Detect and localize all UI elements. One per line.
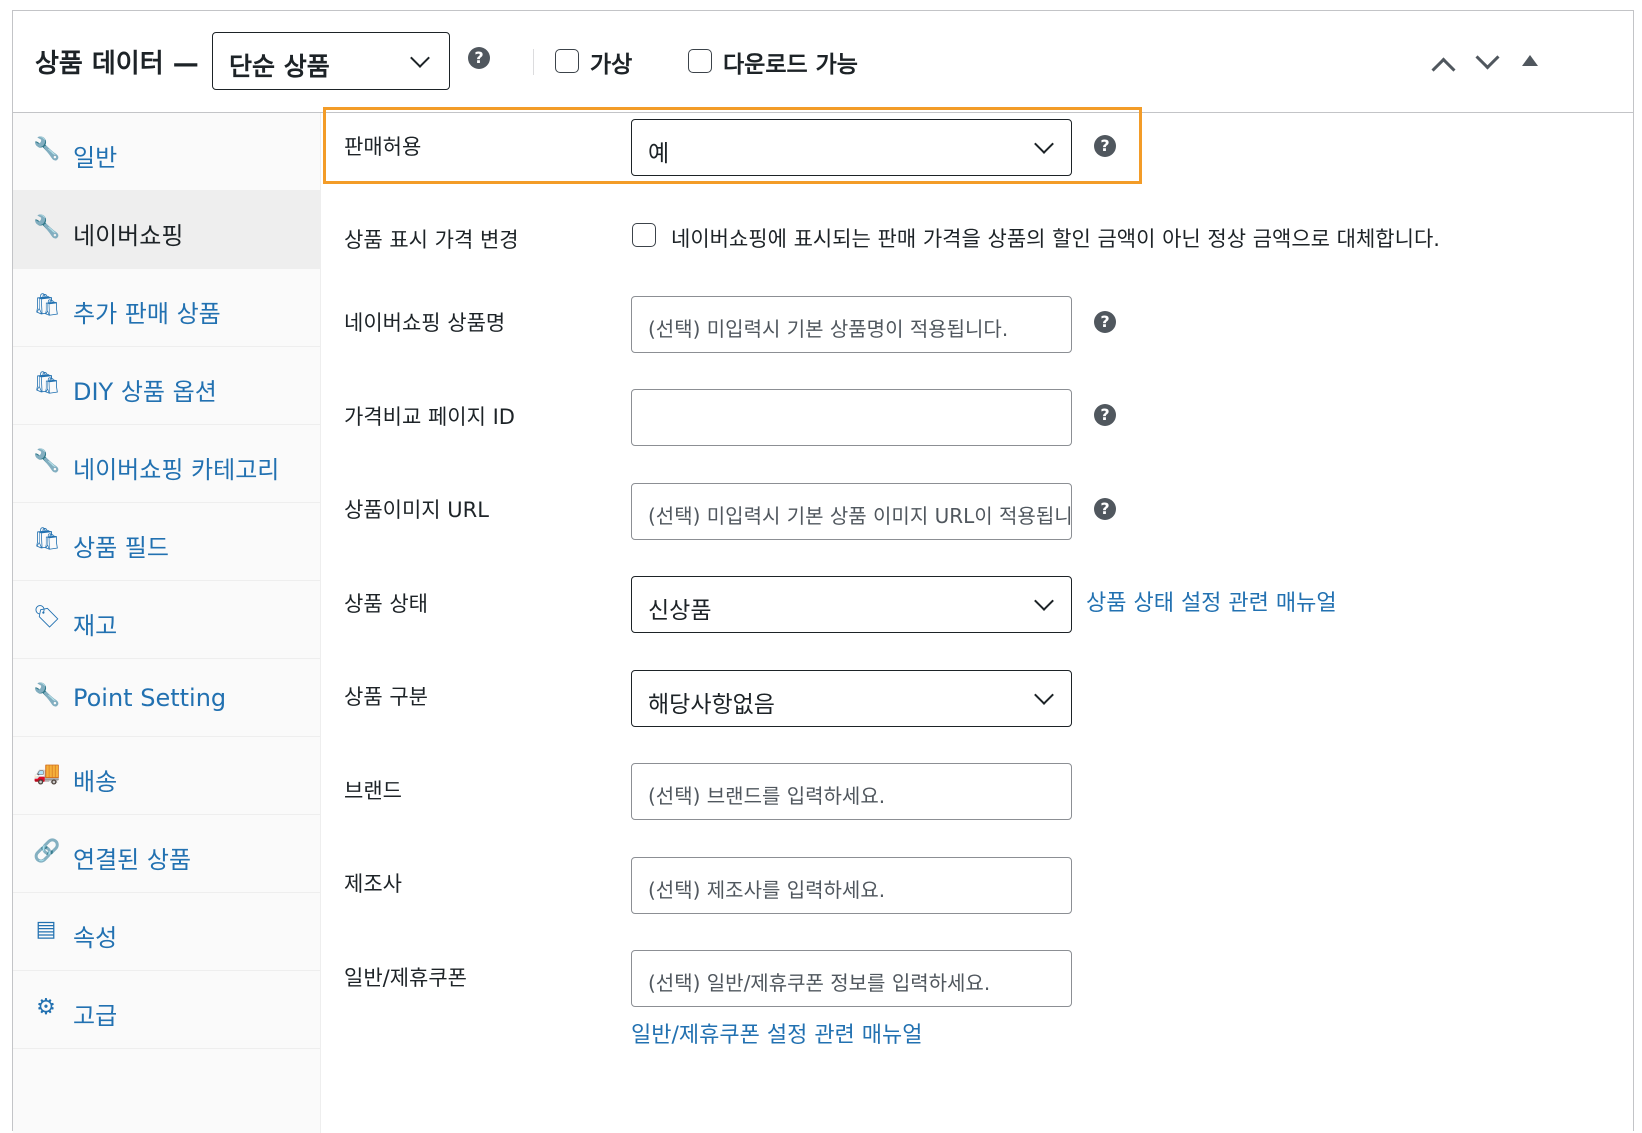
tab-label: Point Setting [73, 684, 227, 712]
chevron-down-icon [1034, 134, 1054, 154]
naver-name-placeholder: (선택) 미입력시 기본 상품명이 적용됩니다. [648, 317, 1009, 341]
shopping-bag-icon: 🛍 [33, 371, 61, 396]
help-icon[interactable]: ? [1094, 135, 1116, 157]
chevron-down-icon [1034, 685, 1054, 705]
shopping-bag-icon: 🛍 [33, 293, 61, 318]
tab-label: 속성 [73, 924, 118, 952]
help-icon[interactable]: ? [468, 47, 490, 69]
panel-header: 상품 데이터 — 단순 상품 ? 가상 다운로드 가능 [13, 11, 1633, 113]
link-icon: 🔗 [33, 839, 61, 864]
wrench-icon: 🔧 [33, 137, 61, 162]
tag-icon: 🏷 [33, 605, 61, 630]
tab-label: 배송 [73, 768, 118, 796]
compare-id-label: 가격비교 페이지 ID [344, 405, 515, 429]
tab-label: 네이버쇼핑 [73, 222, 184, 250]
image-url-label: 상품이미지 URL [344, 498, 489, 522]
shopping-bag-icon: 🛍 [33, 527, 61, 552]
maker-label: 제조사 [344, 872, 402, 896]
tab-advanced[interactable]: ⚙ 고급 [13, 971, 320, 1049]
maker-input[interactable]: (선택) 제조사를 입력하세요. [631, 857, 1072, 914]
image-url-placeholder: (선택) 미입력시 기본 상품 이미지 URL이 적용됩니다. [648, 504, 1072, 528]
tab-general[interactable]: 🔧 일반 [13, 113, 320, 191]
tab-naver-shopping[interactable]: 🔧 네이버쇼핑 [13, 191, 320, 269]
panel-title: 상품 데이터 — [35, 49, 199, 79]
naver-name-input[interactable]: (선택) 미입력시 기본 상품명이 적용됩니다. [631, 296, 1072, 353]
tab-inventory[interactable]: 🏷 재고 [13, 581, 320, 659]
tab-point-setting[interactable]: 🔧 Point Setting [13, 659, 320, 737]
sale-allowed-value: 예 [648, 141, 670, 167]
tab-linked-products[interactable]: 🔗 연결된 상품 [13, 815, 320, 893]
condition-label: 상품 상태 [344, 592, 428, 616]
product-type-select[interactable]: 단순 상품 [212, 32, 450, 90]
coupon-label: 일반/제휴쿠폰 [344, 966, 467, 990]
category-type-label: 상품 구분 [344, 685, 428, 709]
product-data-panel: 상품 데이터 — 단순 상품 ? 가상 다운로드 가능 🔧 일반 🔧 네이버쇼핑… [12, 10, 1634, 1133]
tab-attributes[interactable]: ▤ 속성 [13, 893, 320, 971]
downloadable-label: 다운로드 가능 [723, 52, 858, 78]
tab-label: 네이버쇼핑 카테고리 [73, 456, 280, 484]
tab-upsells[interactable]: 🛍 추가 판매 상품 [13, 269, 320, 347]
product-data-tabs: 🔧 일반 🔧 네이버쇼핑 🛍 추가 판매 상품 🛍 DIY 상품 옵션 🔧 네이… [13, 113, 321, 1133]
compare-id-input[interactable] [631, 389, 1072, 446]
wrench-icon: 🔧 [33, 449, 61, 474]
price-display-label: 상품 표시 가격 변경 [344, 228, 519, 252]
condition-value: 신상품 [648, 598, 712, 624]
truck-icon: 🚚 [33, 761, 61, 786]
tab-label: 추가 판매 상품 [73, 300, 221, 328]
image-url-input[interactable]: (선택) 미입력시 기본 상품 이미지 URL이 적용됩니다. [631, 483, 1072, 540]
sale-allowed-select[interactable]: 예 [631, 119, 1072, 176]
tab-label: 재고 [73, 612, 118, 640]
tab-diy-options[interactable]: 🛍 DIY 상품 옵션 [13, 347, 320, 425]
tab-naver-category[interactable]: 🔧 네이버쇼핑 카테고리 [13, 425, 320, 503]
naver-name-label: 네이버쇼핑 상품명 [344, 311, 506, 335]
help-icon[interactable]: ? [1094, 498, 1116, 520]
condition-manual-link[interactable]: 상품 상태 설정 관련 매뉴얼 [1086, 585, 1337, 617]
tab-product-fields[interactable]: 🛍 상품 필드 [13, 503, 320, 581]
product-type-value: 단순 상품 [229, 52, 330, 81]
list-icon: ▤ [35, 917, 57, 942]
sale-allowed-label: 판매허용 [344, 135, 422, 159]
price-display-text: 네이버쇼핑에 표시되는 판매 가격을 상품의 할인 금액이 아닌 정상 금액으로… [671, 227, 1440, 251]
tab-label: 상품 필드 [73, 534, 169, 562]
move-down-icon[interactable] [1475, 45, 1500, 70]
tab-label: 고급 [73, 1002, 118, 1030]
category-type-value: 해당사항없음 [648, 692, 775, 718]
brand-label: 브랜드 [344, 779, 402, 803]
coupon-manual-link[interactable]: 일반/제휴쿠폰 설정 관련 매뉴얼 [631, 1017, 923, 1049]
maker-placeholder: (선택) 제조사를 입력하세요. [648, 878, 886, 902]
downloadable-checkbox[interactable] [688, 49, 712, 73]
move-up-icon[interactable] [1431, 57, 1456, 82]
chevron-down-icon [1034, 591, 1054, 611]
collapse-toggle-icon[interactable] [1522, 55, 1538, 66]
brand-input[interactable]: (선택) 브랜드를 입력하세요. [631, 763, 1072, 820]
coupon-placeholder: (선택) 일반/제휴쿠폰 정보를 입력하세요. [648, 971, 991, 995]
coupon-input[interactable]: (선택) 일반/제휴쿠폰 정보를 입력하세요. [631, 950, 1072, 1007]
brand-placeholder: (선택) 브랜드를 입력하세요. [648, 784, 886, 808]
tab-label: 연결된 상품 [73, 846, 192, 874]
wrench-icon: 🔧 [33, 683, 61, 708]
tab-shipping[interactable]: 🚚 배송 [13, 737, 320, 815]
divider [533, 49, 534, 75]
tab-label: 일반 [73, 144, 118, 172]
gear-icon: ⚙ [36, 995, 56, 1020]
help-icon[interactable]: ? [1094, 404, 1116, 426]
help-icon[interactable]: ? [1094, 311, 1116, 333]
tab-label: DIY 상품 옵션 [73, 378, 217, 406]
wrench-icon: 🔧 [33, 215, 61, 240]
chevron-down-icon [410, 48, 430, 68]
condition-select[interactable]: 신상품 [631, 576, 1072, 633]
category-type-select[interactable]: 해당사항없음 [631, 670, 1072, 727]
price-display-checkbox[interactable] [632, 223, 656, 247]
virtual-checkbox[interactable] [555, 49, 579, 73]
virtual-label: 가상 [590, 52, 633, 78]
